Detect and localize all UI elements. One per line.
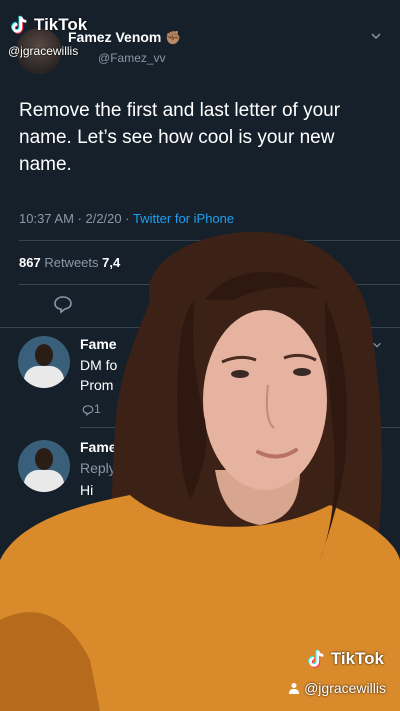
tweet-timestamp: 10:37 AM · 2/2/20 · [19,211,133,226]
tiktok-username: @jgracewillis [8,44,79,58]
tiktok-brand-text: TikTok [34,15,88,34]
video-frame: Famez Venom ✊🏽 @Famez_vv Remove the firs… [0,0,400,711]
tiktok-logo-icon [308,649,324,668]
tiktok-watermark: TikTok [305,648,384,670]
tiktok-watermark: TikTok [8,14,87,36]
face [203,310,327,490]
tweet-text: Remove the first and last letter of your… [19,100,341,175]
tiktok-brand-text: TikTok [330,649,384,668]
tiktok-username-text: @jgracewillis [304,680,386,696]
tiktok-logo-icon [11,15,27,34]
person-overlay [0,231,400,711]
tiktok-username: @jgracewillis [288,680,386,696]
tweet-meta: 10:37 AM · 2/2/20 · Twitter for iPhone [19,211,234,226]
eye [293,368,311,376]
eye [231,370,249,378]
tweet-source-link[interactable]: Twitter for iPhone [133,211,234,226]
tweet-author-handle-text: Famez_vv [110,51,166,65]
fist-emoji-icon: ✊🏽 [165,30,182,45]
chevron-down-icon[interactable] [370,30,382,42]
tweet-author-handle: @Famez_vv [98,51,166,65]
user-icon [289,683,300,694]
